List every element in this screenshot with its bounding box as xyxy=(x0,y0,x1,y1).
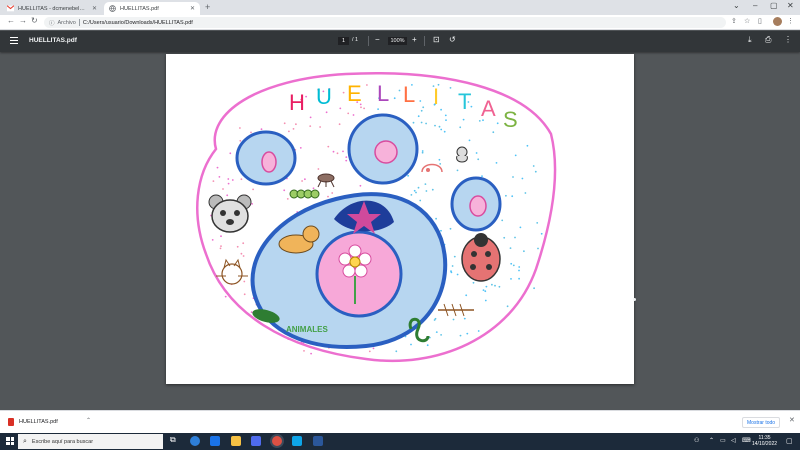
ant xyxy=(317,173,335,188)
teamviewer-icon[interactable] xyxy=(292,436,302,446)
gmail-icon xyxy=(7,5,14,12)
globe-icon xyxy=(109,5,116,12)
chrome-icon[interactable] xyxy=(272,436,282,446)
minimize-button[interactable]: – xyxy=(753,1,757,10)
forward-icon[interactable]: → xyxy=(19,16,27,25)
close-window-button[interactable]: ✕ xyxy=(787,1,794,10)
chevron-up-icon[interactable]: ⌃ xyxy=(709,437,714,444)
word-icon[interactable] xyxy=(313,436,323,446)
title-letter: E xyxy=(347,81,362,106)
new-tab-button[interactable]: + xyxy=(205,2,210,12)
address-url: C:/Users/usuario/Downloads/HUELLITAS.pdf xyxy=(82,19,193,26)
search-icon: ⌕ xyxy=(23,437,27,445)
task-view-icon[interactable]: ⧉ xyxy=(170,435,180,445)
avatar[interactable] xyxy=(773,17,782,26)
folder-icon[interactable] xyxy=(231,436,241,446)
pdf-file-icon xyxy=(8,418,14,426)
page-number-input[interactable]: 1 xyxy=(338,37,349,45)
tab-title: HUELLITAS - dcmenebel@gmai xyxy=(18,5,89,12)
language-icon[interactable]: ⌨ xyxy=(742,437,751,444)
browser-toolbar: ← → ↻ ⓘ Archivo C:/Users/usuario/Downloa… xyxy=(0,15,800,30)
page-total: / 1 xyxy=(352,37,359,43)
toe-pad-small-left xyxy=(261,151,277,173)
menu-dots-icon[interactable]: ⋮ xyxy=(787,17,794,25)
print-icon[interactable]: ⎙ xyxy=(765,35,771,45)
face-pink xyxy=(421,163,443,173)
divider xyxy=(78,19,80,26)
rotate-icon[interactable]: ↺ xyxy=(449,35,456,44)
drawing: HUELLITAS ANIMALES xyxy=(196,72,557,363)
caterpillar xyxy=(289,189,320,199)
zoom-out-icon[interactable]: − xyxy=(375,35,380,44)
taskbar-search[interactable]: ⌕ Escribe aquí para buscar xyxy=(18,434,163,449)
tab-gmail[interactable]: HUELLITAS - dcmenebel@gmai ✕ xyxy=(2,2,102,15)
title-letter: L xyxy=(377,81,389,106)
clock-date: 14/10/2022 xyxy=(752,441,778,447)
menu-icon[interactable] xyxy=(10,37,18,46)
pdf-title: HUELLITAS.pdf xyxy=(29,37,77,44)
title-letter: T xyxy=(458,89,471,114)
toe-pad-small-right xyxy=(469,195,487,217)
title-letter: H xyxy=(289,90,305,115)
clock[interactable]: 11:35 14/10/2022 xyxy=(752,435,777,447)
chevron-down-icon[interactable]: ⌄ xyxy=(733,1,740,10)
title-letter: U xyxy=(316,84,332,109)
reload-icon[interactable]: ↻ xyxy=(31,16,38,25)
info-icon[interactable]: ⓘ xyxy=(49,19,55,27)
title-letter: S xyxy=(503,107,518,132)
download-bar: HUELLITAS.pdf ⌃ Mostrar todo ✕ xyxy=(0,410,800,433)
people-icon[interactable]: ⚇ xyxy=(694,437,699,444)
toe-pad-small-top xyxy=(374,140,398,164)
bookmark-star-icon[interactable]: ☆ xyxy=(744,17,750,25)
back-icon[interactable]: ← xyxy=(7,16,15,25)
notification-icon[interactable]: ▢ xyxy=(786,437,793,445)
windows-start-icon[interactable] xyxy=(6,437,14,445)
title-letter: I xyxy=(433,84,439,109)
side-panel-icon[interactable]: ▯ xyxy=(758,17,762,25)
menu-dots-icon[interactable]: ⋮ xyxy=(784,35,792,44)
title-letter: L xyxy=(403,82,415,107)
download-icon[interactable]: ⤓ xyxy=(748,35,752,45)
maximize-button[interactable]: ▢ xyxy=(770,1,778,10)
windows-taskbar: ⌕ Escribe aquí para buscar ⧉ ⚇ ⌃ ▭ ◁ ⌨ 1… xyxy=(0,433,800,450)
fit-page-icon[interactable]: ⊡ xyxy=(433,35,440,44)
download-filename: HUELLITAS.pdf xyxy=(19,419,58,425)
mouse xyxy=(456,146,468,163)
volume-icon[interactable]: ◁ xyxy=(731,437,736,444)
edge-icon[interactable] xyxy=(190,436,200,446)
share-icon[interactable]: ⇪ xyxy=(731,17,737,25)
fish-bone xyxy=(438,303,474,317)
pdf-toolbar: HUELLITAS.pdf 1 / 1 − 100% + ⊡ ↺ ⤓ ⎙ ⋮ xyxy=(0,31,800,52)
store-icon[interactable] xyxy=(251,436,261,446)
tab-close-icon[interactable]: ✕ xyxy=(190,5,195,12)
search-placeholder: Escribe aquí para buscar xyxy=(31,438,94,445)
zoom-in-icon[interactable]: + xyxy=(412,35,417,44)
scroll-indicator[interactable] xyxy=(633,298,636,301)
title-letter: A xyxy=(481,96,496,121)
address-scheme: Archivo xyxy=(57,19,76,26)
chevron-up-icon[interactable]: ⌃ xyxy=(86,417,91,424)
close-icon[interactable]: ✕ xyxy=(789,416,795,424)
divider xyxy=(424,36,425,46)
pdf-page: HUELLITAS ANIMALES xyxy=(166,54,634,384)
network-icon[interactable]: ▭ xyxy=(720,437,726,444)
bear-face xyxy=(208,194,252,233)
download-item[interactable]: HUELLITAS.pdf xyxy=(8,418,58,426)
show-all-button[interactable]: Mostrar todo xyxy=(742,417,781,428)
divider xyxy=(368,36,369,46)
cat-face xyxy=(216,258,248,285)
ladybug xyxy=(461,233,501,282)
mail-icon[interactable] xyxy=(210,436,220,446)
animals-label: ANIMALES xyxy=(286,325,328,334)
tab-pdf[interactable]: HUELLITAS.pdf ✕ xyxy=(104,2,200,15)
tab-strip: HUELLITAS - dcmenebel@gmai ✕ HUELLITAS.p… xyxy=(0,0,800,15)
tab-close-icon[interactable]: ✕ xyxy=(92,5,97,12)
zoom-input[interactable]: 100% xyxy=(388,37,407,45)
address-bar[interactable]: ⓘ Archivo C:/Users/usuario/Downloads/HUE… xyxy=(44,17,726,28)
tab-title: HUELLITAS.pdf xyxy=(120,5,159,12)
